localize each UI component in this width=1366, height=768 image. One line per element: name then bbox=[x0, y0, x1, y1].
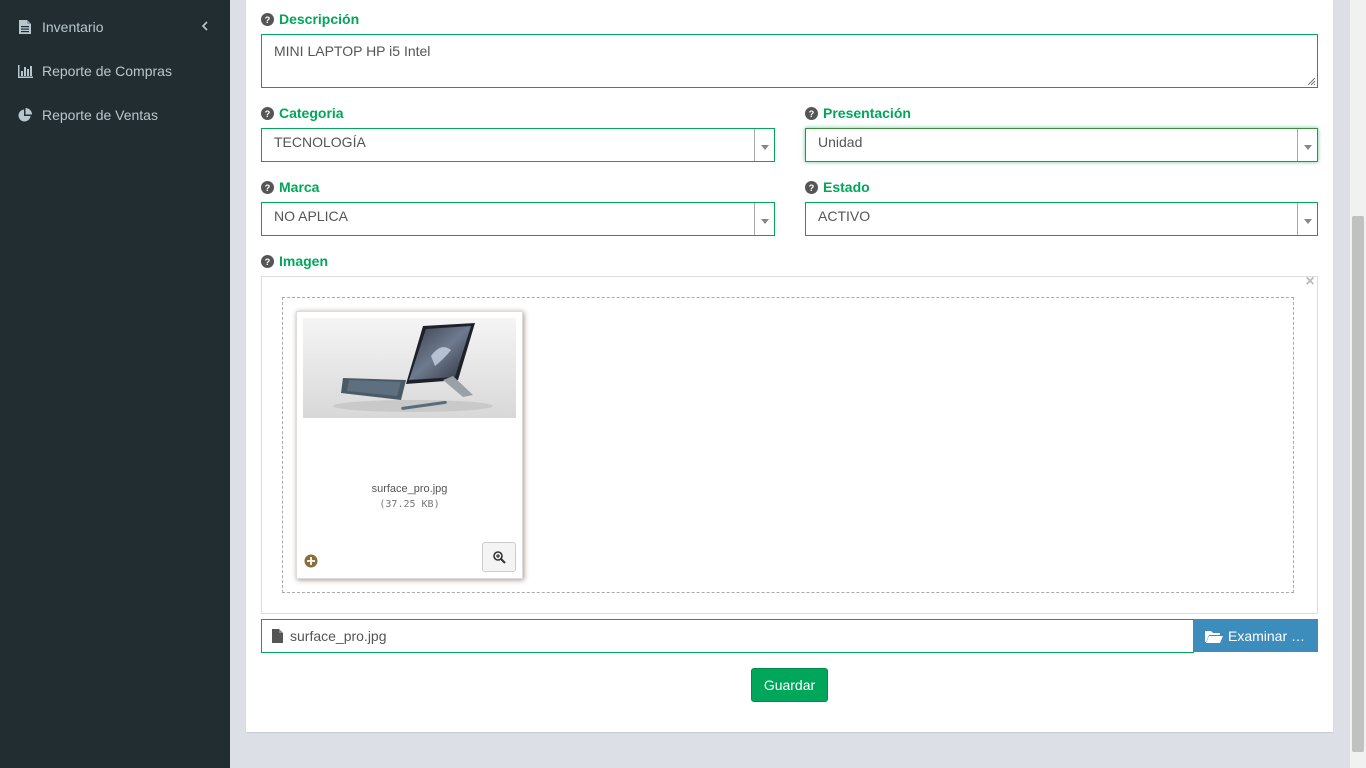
drag-handle-icon[interactable] bbox=[304, 554, 318, 568]
descripcion-value: MINI LAPTOP HP i5 Intel bbox=[274, 43, 431, 59]
question-circle-icon: ? bbox=[261, 106, 274, 120]
descripcion-label: ? Descripción bbox=[261, 11, 359, 27]
bar-chart-icon bbox=[17, 63, 33, 79]
marca-value: NO APLICA bbox=[274, 208, 348, 224]
presentacion-label: ? Presentación bbox=[805, 105, 911, 121]
sidebar-item-reporte-compras[interactable]: Reporte de Compras bbox=[0, 49, 230, 93]
svg-text:?: ? bbox=[265, 183, 271, 193]
dropdown-arrow-icon[interactable] bbox=[754, 129, 774, 161]
save-button[interactable]: Guardar bbox=[751, 668, 828, 702]
resize-handle-icon[interactable] bbox=[1307, 77, 1316, 86]
estado-value: ACTIVO bbox=[818, 208, 871, 224]
marca-label: ? Marca bbox=[261, 179, 319, 195]
question-circle-icon: ? bbox=[261, 254, 274, 268]
marca-select[interactable]: NO APLICA bbox=[261, 202, 775, 236]
svg-text:?: ? bbox=[809, 109, 815, 119]
preview-filesize: (37.25 KB) bbox=[379, 499, 440, 510]
sidebar-item-label: Reporte de Compras bbox=[42, 63, 172, 79]
categoria-label: ? Categoria bbox=[261, 105, 344, 121]
question-circle-icon: ? bbox=[261, 12, 274, 26]
dropdown-arrow-icon[interactable] bbox=[754, 203, 774, 235]
sidebar-item-label: Reporte de Ventas bbox=[42, 107, 158, 123]
categoria-value: TECNOLOGÍA bbox=[274, 134, 366, 150]
svg-text:?: ? bbox=[809, 183, 815, 193]
descripcion-textarea[interactable]: MINI LAPTOP HP i5 Intel bbox=[261, 34, 1318, 88]
question-circle-icon: ? bbox=[805, 106, 818, 120]
thumbnail-image bbox=[303, 318, 516, 418]
scrollbar-thumb[interactable] bbox=[1352, 216, 1364, 752]
estado-select[interactable]: ACTIVO bbox=[805, 202, 1318, 236]
pie-chart-icon bbox=[17, 107, 33, 123]
presentacion-select[interactable]: Unidad bbox=[805, 128, 1318, 162]
svg-text:?: ? bbox=[265, 109, 271, 119]
folder-open-icon bbox=[1205, 630, 1223, 643]
chevron-left-icon[interactable] bbox=[198, 19, 212, 33]
zoom-button[interactable] bbox=[482, 542, 516, 572]
file-caption-text: surface_pro.jpg bbox=[290, 628, 387, 644]
browse-button[interactable]: Examinar … bbox=[1193, 619, 1318, 652]
dropdown-arrow-icon[interactable] bbox=[1297, 203, 1317, 235]
sidebar-item-reporte-ventas[interactable]: Reporte de Ventas bbox=[0, 93, 230, 137]
file-text-icon bbox=[17, 19, 33, 35]
presentacion-value: Unidad bbox=[818, 134, 863, 150]
question-circle-icon: ? bbox=[805, 180, 818, 194]
sidebar-item-label: Inventario bbox=[42, 19, 104, 35]
browse-label: Examinar … bbox=[1228, 627, 1306, 644]
sidebar: Inventario Reporte de Compras Reporte de… bbox=[0, 0, 230, 768]
preview-filename: surface_pro.jpg bbox=[371, 483, 448, 495]
estado-label: ? Estado bbox=[805, 179, 870, 195]
close-icon[interactable]: × bbox=[1303, 274, 1317, 290]
svg-text:?: ? bbox=[265, 15, 271, 25]
sidebar-item-inventario[interactable]: Inventario bbox=[0, 5, 230, 49]
question-circle-icon: ? bbox=[261, 180, 274, 194]
imagen-label: ? Imagen bbox=[261, 253, 328, 269]
file-caption[interactable]: surface_pro.jpg bbox=[261, 619, 1194, 653]
file-icon bbox=[272, 629, 283, 643]
categoria-select[interactable]: TECNOLOGÍA bbox=[261, 128, 775, 162]
dropdown-arrow-icon[interactable] bbox=[1297, 129, 1317, 161]
svg-text:?: ? bbox=[265, 257, 271, 267]
zoom-in-icon bbox=[492, 550, 506, 564]
